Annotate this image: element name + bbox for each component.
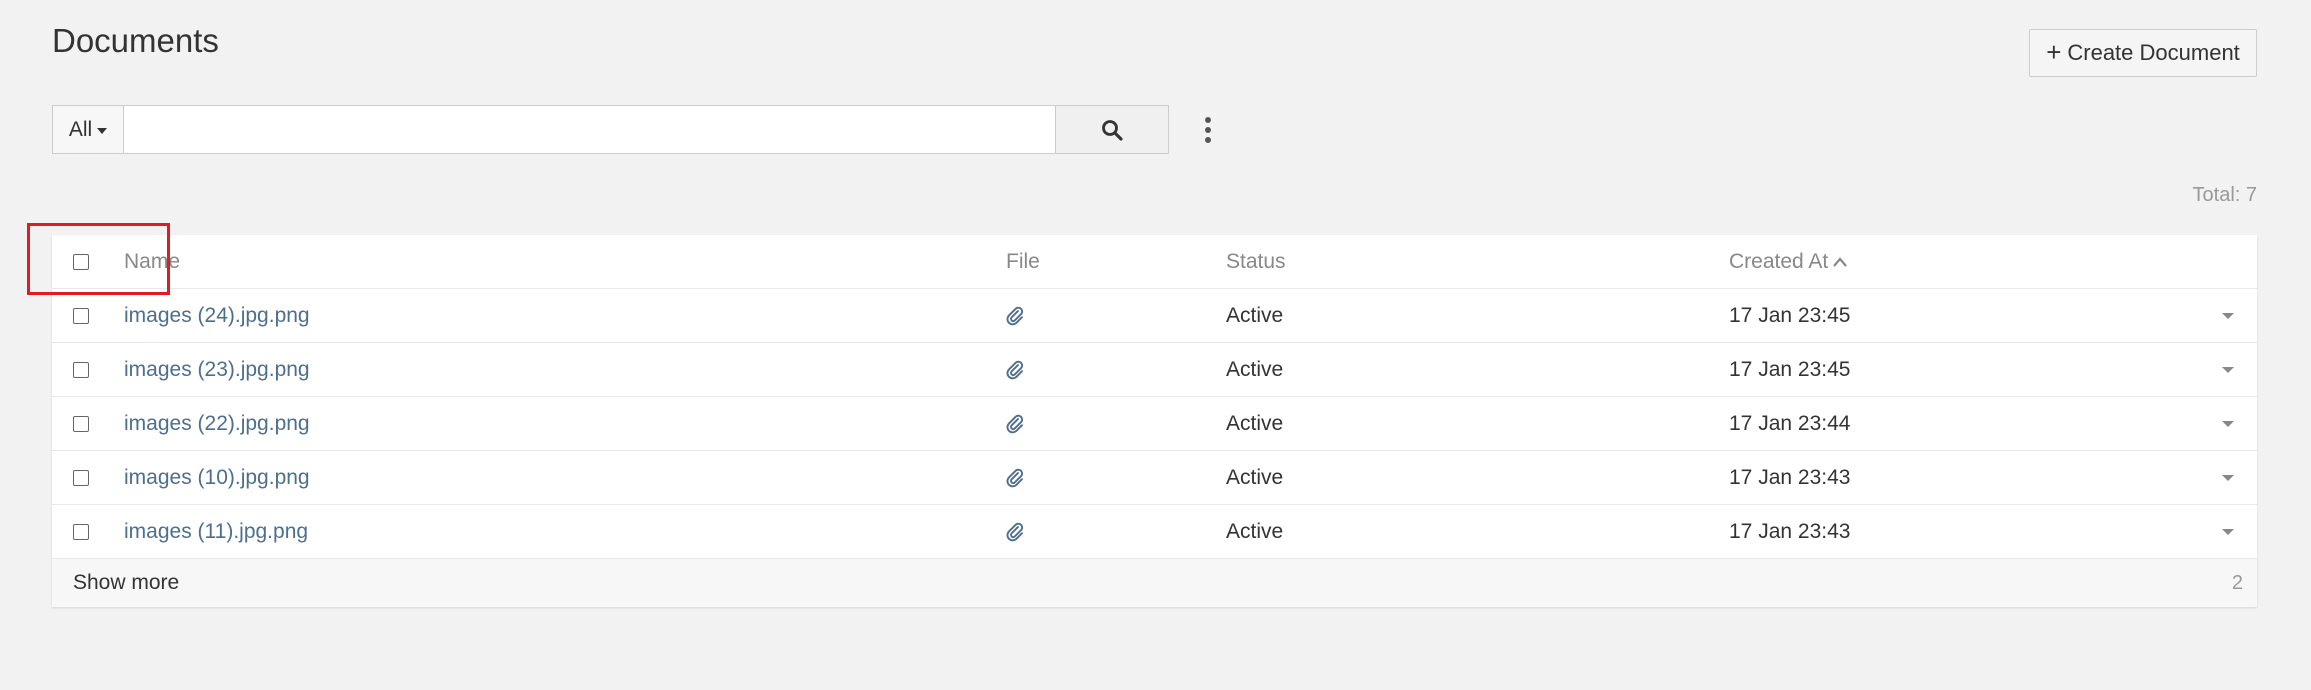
created-at-text: 17 Jan 23:45 bbox=[1729, 304, 1851, 327]
table-row: images (11).jpg.png Active 17 Jan 23:43 bbox=[52, 505, 2257, 559]
column-header-created-at-label: Created At bbox=[1729, 250, 1829, 273]
plus-icon: + bbox=[2046, 36, 2062, 67]
paperclip-icon[interactable] bbox=[1006, 360, 1024, 380]
paperclip-icon[interactable] bbox=[1006, 468, 1024, 488]
row-actions-caret-icon[interactable] bbox=[2222, 475, 2234, 481]
column-header-created-at[interactable]: Created At bbox=[1729, 235, 1848, 289]
document-name-link[interactable]: images (23).jpg.png bbox=[124, 358, 310, 382]
paperclip-icon[interactable] bbox=[1006, 306, 1024, 326]
remaining-count: 2 bbox=[2231, 571, 2243, 594]
row-checkbox[interactable] bbox=[73, 308, 89, 324]
search-bar: All bbox=[52, 105, 1169, 154]
caret-down-icon bbox=[97, 127, 108, 134]
table-row: images (24).jpg.png Active 17 Jan 23:45 bbox=[52, 289, 2257, 343]
row-checkbox[interactable] bbox=[73, 362, 89, 378]
document-name-link[interactable]: images (10).jpg.png bbox=[124, 466, 310, 490]
status-text: Active bbox=[1226, 304, 1284, 327]
status-text: Active bbox=[1226, 412, 1284, 435]
create-document-label: Create Document bbox=[2067, 40, 2240, 65]
document-name-link[interactable]: images (11).jpg.png bbox=[124, 520, 308, 544]
status-text: Active bbox=[1226, 358, 1284, 381]
table-row: images (22).jpg.png Active 17 Jan 23:44 bbox=[52, 397, 2257, 451]
paperclip-icon[interactable] bbox=[1006, 414, 1024, 434]
paperclip-icon[interactable] bbox=[1006, 522, 1024, 542]
filter-label: All bbox=[68, 117, 93, 141]
more-actions-icon[interactable] bbox=[1197, 114, 1219, 146]
column-header-file: File bbox=[1006, 250, 1040, 273]
table-row: images (23).jpg.png Active 17 Jan 23:45 bbox=[52, 343, 2257, 397]
table-footer: Show more 2 bbox=[52, 559, 2257, 607]
search-button[interactable] bbox=[1055, 105, 1169, 154]
document-name-link[interactable]: images (22).jpg.png bbox=[124, 412, 310, 436]
status-text: Active bbox=[1226, 466, 1284, 489]
row-actions-caret-icon[interactable] bbox=[2222, 529, 2234, 535]
row-checkbox[interactable] bbox=[73, 470, 89, 486]
created-at-text: 17 Jan 23:43 bbox=[1729, 466, 1851, 489]
document-name-link[interactable]: images (24).jpg.png bbox=[124, 304, 310, 328]
filter-dropdown[interactable]: All bbox=[52, 105, 124, 154]
create-document-button[interactable]: + Create Document bbox=[2029, 29, 2257, 77]
table-row: images (10).jpg.png Active 17 Jan 23:43 bbox=[52, 451, 2257, 505]
created-at-text: 17 Jan 23:45 bbox=[1729, 358, 1851, 381]
created-at-text: 17 Jan 23:44 bbox=[1729, 412, 1851, 435]
row-checkbox[interactable] bbox=[73, 416, 89, 432]
table-header-row: Name File Status Created At bbox=[52, 235, 2257, 289]
column-header-status[interactable]: Status bbox=[1226, 235, 1286, 289]
search-input[interactable] bbox=[124, 105, 1055, 154]
row-checkbox[interactable] bbox=[73, 524, 89, 540]
highlight-box bbox=[27, 223, 170, 295]
show-more-link[interactable]: Show more bbox=[73, 559, 179, 607]
page-title: Documents bbox=[52, 22, 219, 59]
documents-table: Name File Status Created At images (24).… bbox=[52, 235, 2257, 607]
row-actions-caret-icon[interactable] bbox=[2222, 421, 2234, 427]
created-at-text: 17 Jan 23:43 bbox=[1729, 520, 1851, 543]
row-actions-caret-icon[interactable] bbox=[2222, 367, 2234, 373]
chevron-up-icon bbox=[1833, 257, 1848, 267]
total-count: Total: 7 bbox=[2192, 184, 2257, 206]
search-icon bbox=[1102, 119, 1123, 141]
status-text: Active bbox=[1226, 520, 1284, 543]
row-actions-caret-icon[interactable] bbox=[2222, 313, 2234, 319]
